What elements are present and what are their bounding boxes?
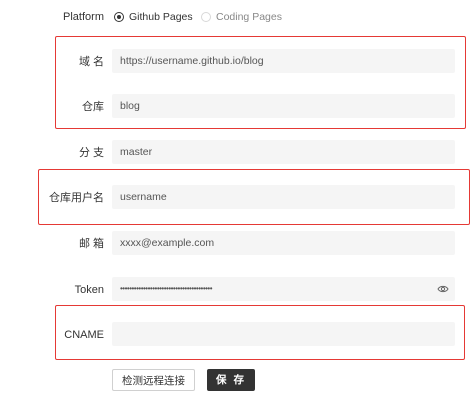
email-label: 邮 箱 bbox=[78, 238, 104, 250]
email-input[interactable]: xxxx@example.com bbox=[112, 231, 455, 255]
repo-label: 仓库 bbox=[82, 101, 104, 113]
repo-user-value: username bbox=[120, 191, 167, 203]
repo-input[interactable]: blog bbox=[112, 94, 455, 118]
eye-icon[interactable] bbox=[437, 283, 449, 295]
domain-value: https://username.github.io/blog bbox=[120, 55, 264, 67]
branch-value: master bbox=[120, 146, 153, 158]
github-pages-label[interactable]: Github Pages bbox=[129, 10, 193, 24]
coding-pages-radio[interactable] bbox=[201, 12, 211, 22]
repo-value: blog bbox=[120, 100, 140, 112]
domain-input[interactable]: https://username.github.io/blog bbox=[112, 49, 455, 73]
token-input[interactable]: •••••••••••••••••••••••••••••••••••••••• bbox=[112, 277, 455, 301]
platform-label: Platform bbox=[63, 11, 104, 23]
branch-label: 分 支 bbox=[78, 147, 104, 159]
save-button[interactable]: 保 存 bbox=[207, 369, 255, 391]
check-remote-button[interactable]: 检测远程连接 bbox=[112, 369, 195, 391]
github-pages-radio[interactable] bbox=[114, 12, 124, 22]
branch-input[interactable]: master bbox=[112, 140, 455, 164]
domain-label: 域 名 bbox=[78, 56, 104, 68]
token-label: Token bbox=[74, 284, 104, 296]
platform-row: Platform Github Pages Coding Pages bbox=[12, 9, 472, 25]
coding-pages-label[interactable]: Coding Pages bbox=[216, 10, 282, 24]
email-value: xxxx@example.com bbox=[120, 237, 215, 249]
cname-input[interactable] bbox=[112, 322, 455, 346]
cname-label: CNAME bbox=[64, 329, 104, 341]
token-value: •••••••••••••••••••••••••••••••••••••••• bbox=[120, 284, 213, 293]
repo-user-input[interactable]: username bbox=[112, 185, 455, 209]
repo-user-label: 仓库用户名 bbox=[49, 192, 104, 204]
